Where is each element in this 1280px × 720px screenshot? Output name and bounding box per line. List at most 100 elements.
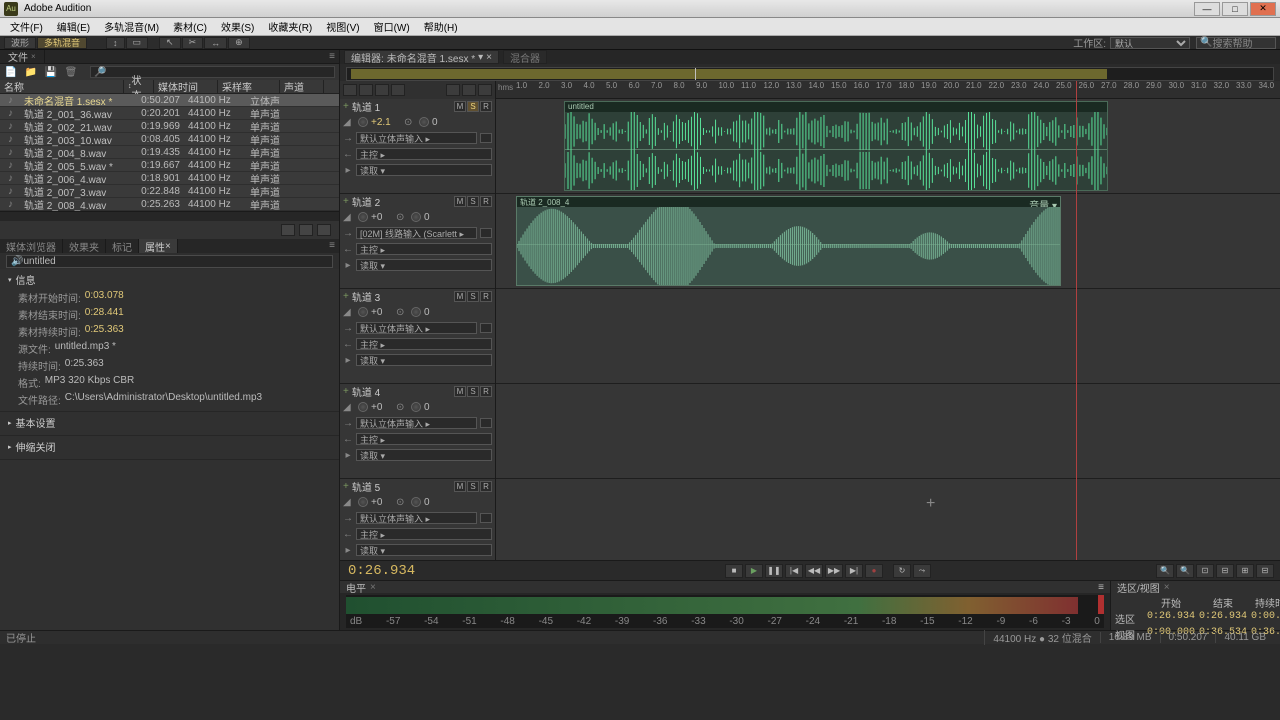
mixer-tab[interactable]: 混合器 <box>503 50 547 64</box>
save-icon[interactable]: 💾 <box>44 66 58 78</box>
skip-button[interactable]: ⤳ <box>913 564 931 578</box>
volume-knob[interactable] <box>358 402 368 412</box>
input-select[interactable]: 默认立体声输入 ▸ <box>356 132 477 144</box>
mute-button[interactable]: M <box>454 196 466 207</box>
output-select[interactable]: 主控 ▸ <box>356 243 492 255</box>
zoom-in-v-icon[interactable]: ⊞ <box>1236 564 1254 578</box>
zoom-out-h-icon[interactable]: 🔍 <box>1176 564 1194 578</box>
menu-file[interactable]: 文件(F) <box>4 18 49 35</box>
col-name[interactable]: 名称 <box>0 80 124 93</box>
output-select[interactable]: 主控 ▸ <box>356 528 492 540</box>
mute-button[interactable]: M <box>454 291 466 302</box>
menu-effects[interactable]: 效果(S) <box>215 18 260 35</box>
add-track-icon[interactable]: + <box>343 196 349 207</box>
editor-tab[interactable]: 编辑器:未命名混音 1.sesx * ▾ × <box>344 50 499 64</box>
monitor-button[interactable] <box>480 418 492 428</box>
forward-button[interactable]: ▶▶ <box>825 564 843 578</box>
pan-knob[interactable] <box>411 212 421 222</box>
tool-sends-icon[interactable] <box>359 84 373 96</box>
arm-record-button[interactable]: R <box>480 386 492 397</box>
send-expand-icon[interactable]: ▸ <box>343 355 353 366</box>
solo-button[interactable]: S <box>467 386 479 397</box>
send-expand-icon[interactable]: ▸ <box>343 165 353 176</box>
menu-favorites[interactable]: 收藏夹(R) <box>262 18 318 35</box>
mute-button[interactable]: M <box>454 386 466 397</box>
zoom-out-v-icon[interactable]: ⊟ <box>1256 564 1274 578</box>
tool-cursor[interactable]: ↖ <box>159 37 181 49</box>
output-select[interactable]: 主控 ▸ <box>356 338 492 350</box>
list-play-icon[interactable] <box>281 224 295 236</box>
track-name[interactable]: 轨道 1 <box>352 99 451 114</box>
automation-select[interactable]: 读取 ▾ <box>356 449 492 461</box>
tool-eq-icon[interactable] <box>375 84 389 96</box>
list-auto-icon[interactable] <box>317 224 331 236</box>
mute-button[interactable]: M <box>454 481 466 492</box>
add-track-icon[interactable]: + <box>343 481 349 492</box>
stretch-section[interactable]: 伸缩关闭 <box>0 436 339 460</box>
files-panel-tab[interactable]: 文件× <box>0 50 45 63</box>
properties-file-select[interactable]: 🔊 untitled <box>6 255 333 268</box>
timecode-display[interactable]: 0:26.934 <box>340 563 500 579</box>
monitor-button[interactable] <box>480 513 492 523</box>
tool-slip[interactable]: ↔ <box>204 37 227 49</box>
time-ruler[interactable]: hms 1.02.03.04.05.06.07.08.09.010.011.01… <box>496 81 1280 99</box>
zoom-in-h-icon[interactable]: 🔍 <box>1156 564 1174 578</box>
col-rate[interactable]: 采样率 <box>218 80 280 93</box>
pan-knob[interactable] <box>411 307 421 317</box>
col-ch[interactable]: 声道 <box>280 80 324 93</box>
volume-knob[interactable] <box>358 117 368 127</box>
levels-menu-icon[interactable]: ≡ <box>1098 582 1104 593</box>
waveform-view-button[interactable]: 波形 <box>4 37 36 49</box>
minimize-button[interactable]: — <box>1194 2 1220 16</box>
sel-end[interactable]: 0:26.934 <box>1199 611 1247 626</box>
add-track-icon[interactable]: + <box>343 386 349 397</box>
search-help-input[interactable]: 🔍 搜索帮助 <box>1196 37 1276 49</box>
volume-knob[interactable] <box>358 307 368 317</box>
volume-knob[interactable] <box>358 497 368 507</box>
loop-button[interactable]: ↻ <box>893 564 911 578</box>
tab-effects-rack[interactable]: 效果夹 <box>63 239 106 253</box>
menu-help[interactable]: 帮助(H) <box>418 18 464 35</box>
track-lane[interactable] <box>496 384 1280 479</box>
monitor-button[interactable] <box>480 323 492 333</box>
tab-markers[interactable]: 标记 <box>106 239 139 253</box>
audio-clip[interactable]: 轨道 2_008_4音量 ▾ <box>516 196 1061 286</box>
panel-menu-icon[interactable]: ≡ <box>325 51 339 63</box>
solo-button[interactable]: S <box>467 196 479 207</box>
solo-button[interactable]: S <box>467 101 479 112</box>
track-lane[interactable]: untitled <box>496 99 1280 194</box>
solo-button[interactable]: S <box>467 291 479 302</box>
output-select[interactable]: 主控 ▸ <box>356 148 492 160</box>
playhead[interactable] <box>1076 81 1077 560</box>
arm-record-button[interactable]: R <box>480 481 492 492</box>
output-select[interactable]: 主控 ▸ <box>356 433 492 445</box>
go-end-button[interactable]: ▶| <box>845 564 863 578</box>
arm-record-button[interactable]: R <box>480 101 492 112</box>
rewind-button[interactable]: ◀◀ <box>805 564 823 578</box>
timeline-overview[interactable] <box>346 67 1274 81</box>
file-row[interactable]: ♪轨道 2_008_4.wav0:25.26344100 Hz单声道 <box>0 198 339 211</box>
files-hscroll[interactable] <box>0 211 339 221</box>
tool-fx-icon[interactable] <box>343 84 357 96</box>
tab-media-browser[interactable]: 媒体浏览器 <box>0 239 63 253</box>
monitor-button[interactable] <box>480 133 492 143</box>
input-select[interactable]: [02M] 线路输入 (Scarlett ▸ <box>356 227 477 239</box>
send-expand-icon[interactable]: ▸ <box>343 545 353 556</box>
stretch-close[interactable]: 关闭 <box>36 439 56 454</box>
basic-section[interactable]: 基本设置 <box>0 412 339 436</box>
send-expand-icon[interactable]: ▸ <box>343 450 353 461</box>
send-expand-icon[interactable]: ▸ <box>343 260 353 271</box>
play-button[interactable]: ▶ <box>745 564 763 578</box>
levels-tab[interactable]: 电平 <box>346 580 366 595</box>
workspace-select[interactable]: 默认 <box>1110 37 1190 49</box>
input-select[interactable]: 默认立体声输入 ▸ <box>356 512 477 524</box>
track-lanes[interactable]: hms 1.02.03.04.05.06.07.08.09.010.011.01… <box>496 81 1280 560</box>
tool-metronome-icon[interactable] <box>478 84 492 96</box>
tool-wrench-icon[interactable] <box>462 84 476 96</box>
track-lane[interactable]: 轨道 2_008_4音量 ▾ <box>496 194 1280 289</box>
delete-icon[interactable]: 🗑 <box>64 66 78 78</box>
input-select[interactable]: 默认立体声输入 ▸ <box>356 417 477 429</box>
tab-properties[interactable]: 属性× <box>139 239 178 253</box>
close-button[interactable]: ✕ <box>1250 2 1276 16</box>
menu-edit[interactable]: 编辑(E) <box>51 18 96 35</box>
